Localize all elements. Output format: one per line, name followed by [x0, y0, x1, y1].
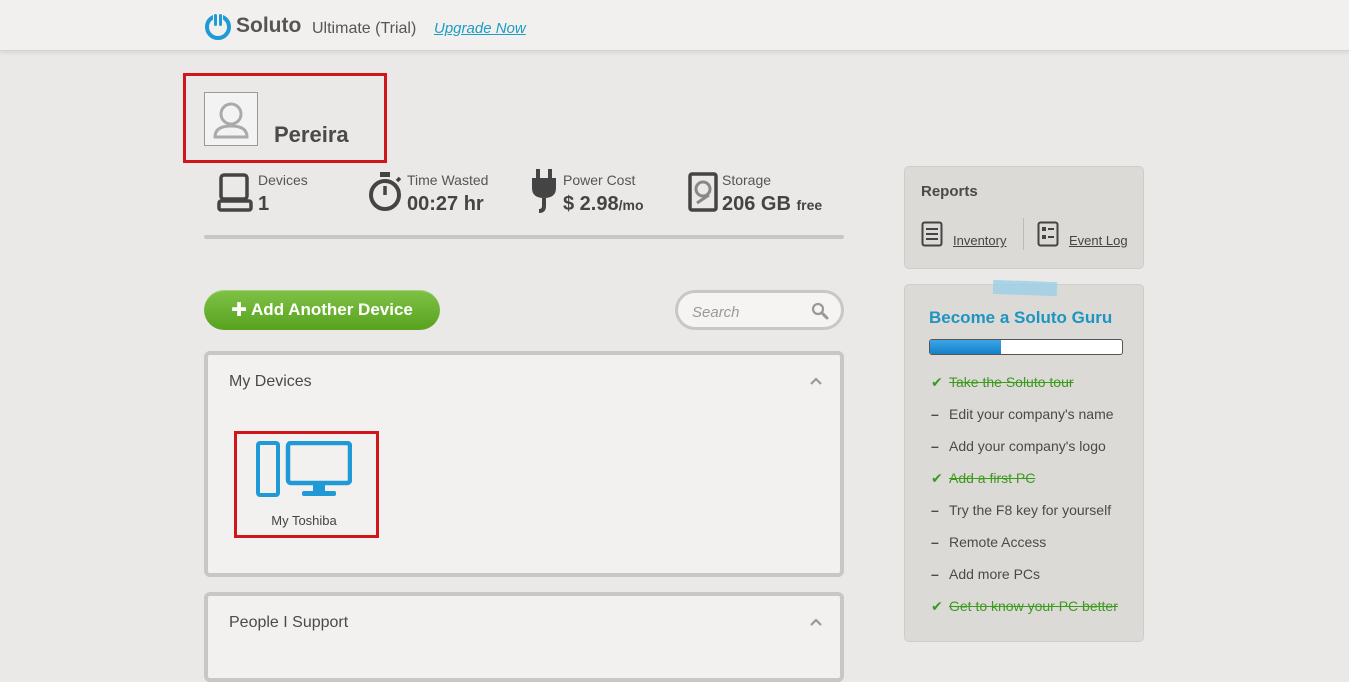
power-logo-icon [205, 13, 231, 40]
guru-task-label: Edit your company's name [949, 406, 1114, 422]
checkmark-icon: ✔ [931, 598, 943, 614]
guru-task-label: Add more PCs [949, 566, 1041, 582]
stat-label-devices: Devices [258, 172, 308, 188]
hard-drive-icon [688, 172, 718, 212]
top-bar: Soluto Ultimate (Trial) Upgrade Now [0, 0, 1349, 51]
stat-value-power-cost: $ 2.98/mo [563, 193, 644, 216]
inventory-link[interactable]: Inventory [953, 233, 1006, 248]
guru-task-label: Take the Soluto tour [949, 374, 1074, 390]
checkmark-icon: ✔ [931, 374, 943, 390]
guru-task-label: Get to know your PC better [949, 598, 1118, 614]
dash-icon: – [931, 566, 939, 582]
stat-value-time-wasted: 00:27 hr [407, 193, 484, 215]
user-name: Pereira [274, 122, 349, 147]
upgrade-now-link[interactable]: Upgrade Now [434, 20, 526, 37]
stat-value-storage: 206 GB free [722, 193, 822, 216]
reports-title: Reports [921, 183, 978, 200]
tape-decoration [992, 279, 1058, 297]
plan-label: Ultimate (Trial) [312, 20, 417, 37]
plug-icon [532, 169, 556, 213]
add-another-device-button[interactable]: ✚ Add Another Device [204, 290, 440, 330]
checklist-icon[interactable] [1037, 221, 1059, 247]
search-box[interactable] [675, 290, 844, 330]
guru-task-item[interactable]: – Add more PCs [931, 566, 1040, 582]
user-avatar-icon [213, 102, 249, 139]
storage-unit: free [796, 197, 823, 213]
avatar[interactable] [204, 92, 258, 146]
dash-icon: – [931, 406, 939, 422]
guru-task-item[interactable]: ✔ Get to know your PC better [931, 598, 1118, 615]
dash-icon: – [931, 534, 939, 550]
plus-icon: ✚ [231, 299, 248, 321]
guru-task-item[interactable]: – Remote Access [931, 534, 1046, 550]
dash-icon: – [931, 502, 939, 518]
guru-task-item[interactable]: – Add your company's logo [931, 438, 1106, 454]
event-log-link[interactable]: Event Log [1069, 233, 1128, 248]
guru-title: Become a Soluto Guru [929, 308, 1113, 327]
dash-icon: – [931, 438, 939, 454]
list-icon[interactable] [921, 221, 943, 247]
guru-task-item[interactable]: ✔ Take the Soluto tour [931, 374, 1074, 391]
chevron-up-icon[interactable] [810, 377, 822, 385]
search-icon[interactable] [811, 302, 829, 320]
power-cost-amount: $ 2.98 [563, 193, 619, 215]
guru-task-label: Add your company's logo [949, 438, 1106, 454]
reports-separator [1023, 218, 1024, 250]
my-devices-title: My Devices [229, 373, 312, 390]
add-device-label: Add Another Device [251, 300, 413, 319]
stats-divider [204, 235, 844, 239]
people-i-support-panel: People I Support [204, 592, 844, 682]
storage-amount: 206 GB [722, 193, 791, 215]
guru-progress-fill [930, 340, 1002, 354]
stopwatch-icon [369, 172, 402, 211]
guru-box: Become a Soluto Guru ✔ Take the Soluto to… [904, 279, 1144, 642]
guru-progress-bar [929, 339, 1123, 355]
stat-label-power-cost: Power Cost [563, 172, 636, 188]
computer-icon [217, 173, 253, 212]
stat-value-devices: 1 [258, 193, 270, 215]
guru-task-item[interactable]: ✔ Add a first PC [931, 470, 1035, 487]
stat-label-time-wasted: Time Wasted [407, 172, 489, 188]
guru-task-label: Remote Access [949, 534, 1047, 550]
people-i-support-title: People I Support [229, 614, 349, 631]
chevron-up-icon[interactable] [810, 618, 822, 626]
guru-task-item[interactable]: – Edit your company's name [931, 406, 1114, 422]
device-highlight-box [234, 431, 379, 538]
stat-label-storage: Storage [722, 172, 772, 188]
power-cost-unit: /mo [618, 197, 644, 213]
guru-task-item[interactable]: – Try the F8 key for yourself [931, 502, 1111, 518]
search-input[interactable] [690, 300, 804, 324]
checkmark-icon: ✔ [931, 470, 943, 486]
reports-box: Reports Inventory Event Log [904, 166, 1144, 269]
guru-task-label: Add a first PC [949, 470, 1036, 486]
guru-task-label: Try the F8 key for yourself [949, 502, 1112, 518]
logo-text: Soluto [236, 14, 302, 37]
